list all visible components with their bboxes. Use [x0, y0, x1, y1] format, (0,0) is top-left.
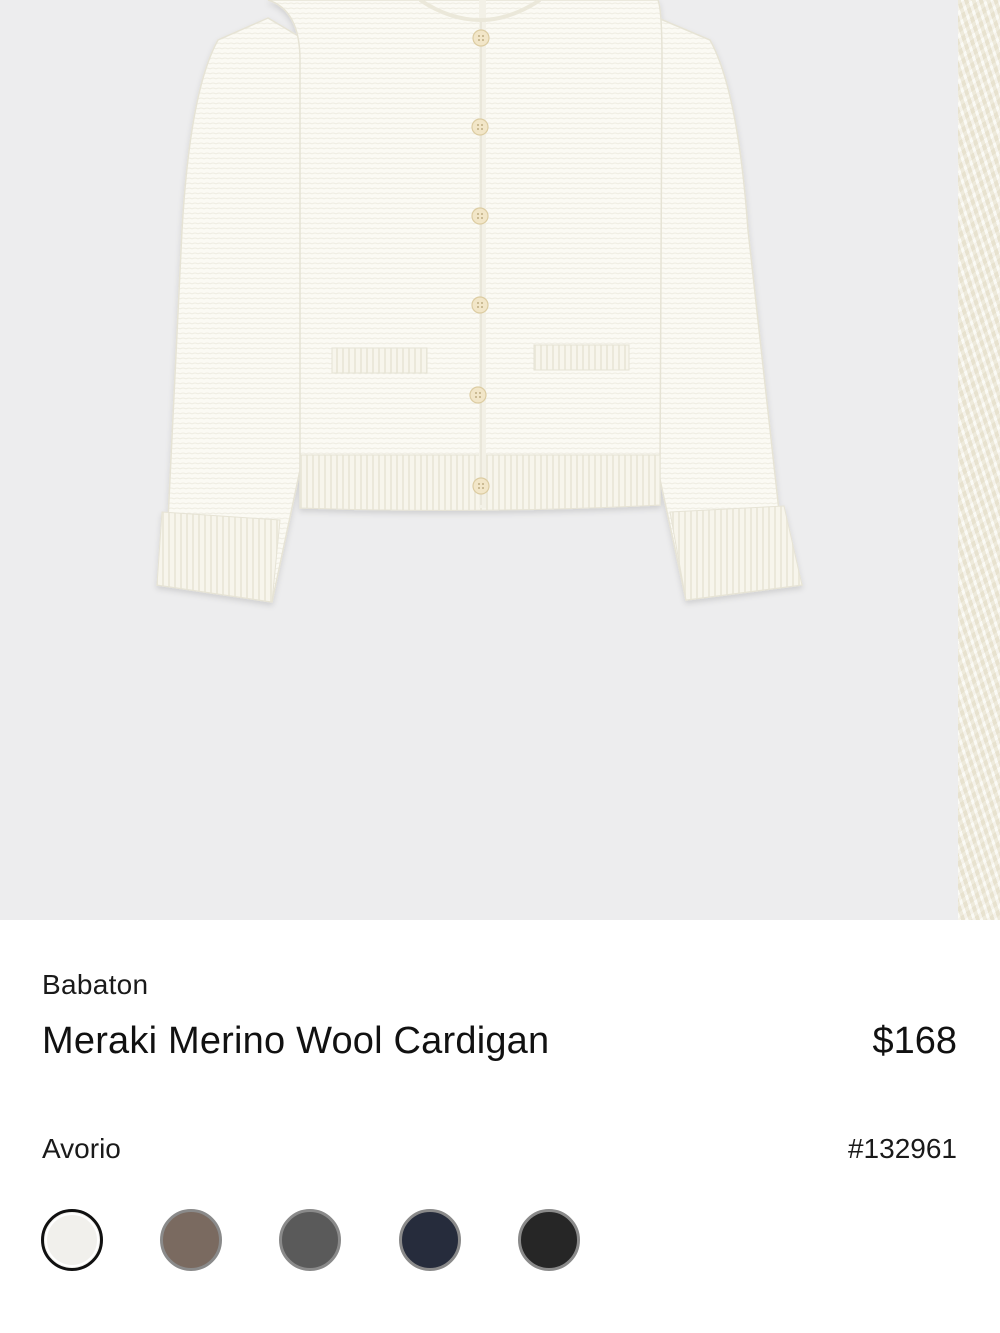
brand-name[interactable]: Babaton	[42, 969, 148, 1001]
swatch-dot	[518, 1209, 580, 1271]
product-info: Babaton Meraki Merino Wool Cardigan $168…	[0, 920, 1000, 1333]
swatch-dot	[399, 1209, 461, 1271]
color-swatch-black[interactable]	[515, 1206, 583, 1274]
color-swatch-heather-grey[interactable]	[276, 1206, 344, 1274]
cardigan-illustration	[156, 0, 804, 603]
selected-color-name: Avorio	[42, 1133, 121, 1164]
swatch-dot	[160, 1209, 222, 1271]
swatch-dot	[41, 1209, 103, 1271]
next-image-peek[interactable]	[958, 0, 1000, 920]
color-swatch-taupe[interactable]	[157, 1206, 225, 1274]
product-title: Meraki Merino Wool Cardigan	[42, 1020, 550, 1062]
color-swatch-navy[interactable]	[396, 1206, 464, 1274]
color-swatches	[38, 1206, 638, 1274]
product-image-gallery[interactable]	[0, 0, 1000, 920]
product-image[interactable]	[0, 0, 958, 920]
color-swatch-avorio[interactable]	[38, 1206, 106, 1274]
style-number: #132961	[847, 1133, 957, 1164]
swatch-dot	[279, 1209, 341, 1271]
product-price: $168	[872, 1020, 957, 1062]
